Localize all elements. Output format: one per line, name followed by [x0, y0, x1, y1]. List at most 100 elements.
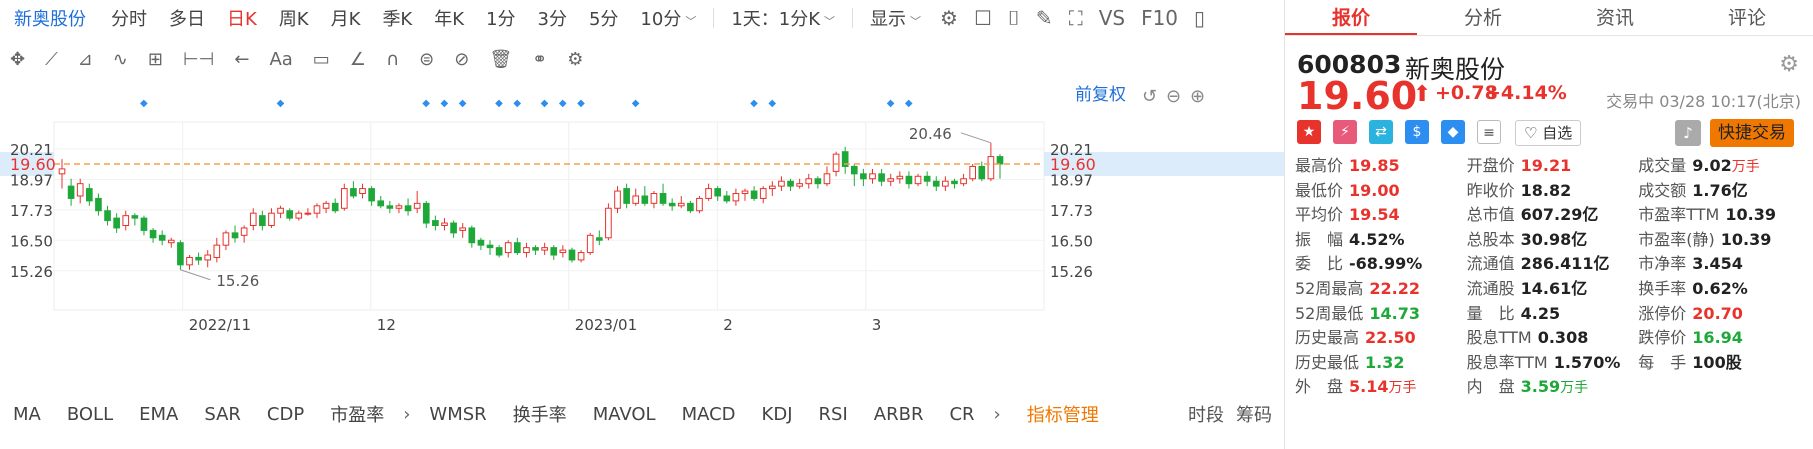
- period-yearly-k[interactable]: 年K: [423, 5, 475, 31]
- period-daily-k[interactable]: 日K: [216, 5, 268, 31]
- indicator-pe[interactable]: 市盈率: [317, 401, 397, 427]
- indicator-macd[interactable]: MACD: [669, 404, 749, 425]
- candle-body: [978, 165, 986, 180]
- indicator-wmsr[interactable]: WMSR: [416, 404, 499, 425]
- link-icon[interactable]: ⚭: [522, 49, 557, 70]
- indicator-rsi[interactable]: RSI: [806, 404, 861, 425]
- quote-value-unit: 万手: [1731, 159, 1760, 175]
- zoom-in-icon[interactable]: ⊕: [1190, 86, 1205, 107]
- indicator-manage-button[interactable]: 指标管理: [1007, 401, 1112, 427]
- y-tick-label-right: 15.26: [1050, 263, 1093, 281]
- period-3min[interactable]: 3分: [527, 5, 578, 31]
- period-weekly-k[interactable]: 周K: [268, 5, 320, 31]
- quote-field-value: 100股: [1692, 351, 1741, 376]
- panel-toggle-icon[interactable]: ▯: [1186, 6, 1213, 30]
- indicator-kdj[interactable]: KDJ: [749, 404, 806, 425]
- margin-trading-icon[interactable]: ⚡: [1333, 120, 1357, 144]
- f10-button[interactable]: F10: [1133, 6, 1186, 30]
- candle-body: [605, 207, 612, 239]
- period-10min[interactable]: 10分 ﹀: [629, 5, 707, 31]
- move-crosshair-icon[interactable]: ✥: [0, 49, 35, 70]
- indicator-arbr[interactable]: ARBR: [861, 404, 937, 425]
- tab-analysis[interactable]: 分析: [1417, 0, 1549, 35]
- hide-drawing-icon[interactable]: ⊘: [444, 49, 479, 70]
- kline-chart[interactable]: ◆ ◆ ◆ ◆ ◆ ◆ ◆ ◆ ◆ ◆ ◆ ◆ ◆ ◆ ◆ 19.60 19.60 20.21 18.97 17…: [0, 82, 1284, 392]
- tab-comments[interactable]: 评论: [1681, 0, 1813, 35]
- line-tool-icon[interactable]: ⟋: [35, 49, 68, 70]
- range-select[interactable]: 1天：1分K ﹀: [720, 5, 846, 31]
- zoom-out-icon[interactable]: ⊖: [1166, 86, 1181, 107]
- comment-tool-icon[interactable]: ▭: [303, 49, 340, 70]
- candle-body: [350, 188, 357, 197]
- channel-tool-icon[interactable]: ⊿: [68, 49, 103, 70]
- chip-distribution-tab[interactable]: 筹码: [1236, 401, 1272, 427]
- settings-icon[interactable]: ⚙: [932, 6, 966, 30]
- candle-body: [158, 234, 166, 241]
- quote-field-label: 昨收价: [1466, 180, 1515, 200]
- tab-news[interactable]: 资讯: [1549, 0, 1681, 35]
- layout-square-icon[interactable]: ☐: [966, 6, 1000, 30]
- lock-drawing-icon[interactable]: ⊜: [409, 49, 444, 70]
- period-5min[interactable]: 5分: [578, 5, 629, 31]
- indicator-sar[interactable]: SAR: [191, 404, 254, 425]
- quote-row: 52周最低 14.73 量 比 4.25 涨停价 20.70: [1295, 302, 1810, 327]
- indicator-ma[interactable]: MA: [0, 404, 54, 425]
- quote-field-label: 委 比: [1295, 254, 1344, 274]
- undo-icon[interactable]: ↺: [1142, 86, 1157, 107]
- period-1min[interactable]: 1分: [475, 5, 526, 31]
- candle-body: [231, 232, 239, 239]
- quick-trade-button[interactable]: 快捷交易: [1710, 119, 1794, 147]
- fullscreen-icon[interactable]: ⛶: [1061, 6, 1091, 30]
- wave-tool-icon[interactable]: ∿: [103, 49, 138, 70]
- indicator-mavol[interactable]: MAVOL: [580, 404, 669, 425]
- adjust-mode-link[interactable]: 前复权: [1075, 85, 1126, 105]
- drawing-settings-icon[interactable]: ⚙: [557, 49, 593, 70]
- indicator-cdp[interactable]: CDP: [254, 404, 317, 425]
- period-quarterly-k[interactable]: 季K: [371, 5, 423, 31]
- quote-field-label: 股息TTM: [1466, 328, 1532, 348]
- dollar-icon[interactable]: $: [1405, 120, 1429, 144]
- range-tool-icon[interactable]: ⊢⊣: [173, 49, 224, 70]
- note-icon[interactable]: ≡: [1477, 120, 1501, 144]
- period-multiday[interactable]: 多日: [158, 5, 216, 31]
- gear-icon[interactable]: ⚙: [1779, 52, 1799, 77]
- quote-cell: 历史最低 1.32: [1295, 351, 1467, 376]
- quote-row: 平均价 19.54 总市值 607.29亿 市盈率TTM 10.39: [1295, 203, 1810, 228]
- period-monthly-k[interactable]: 月K: [320, 5, 372, 31]
- chevron-right-icon[interactable]: ›: [988, 404, 1007, 425]
- display-menu[interactable]: 显示 ﹀: [859, 5, 932, 31]
- stock-name-tab[interactable]: 新奥股份: [0, 5, 100, 31]
- magnet-icon[interactable]: ∩: [376, 49, 409, 70]
- quote-cell: 市盈率(静) 10.39: [1638, 228, 1810, 253]
- arrow-tool-icon[interactable]: ←: [224, 49, 259, 70]
- chevron-right-icon[interactable]: ›: [397, 404, 416, 425]
- camera-icon[interactable]: ⌷: [1000, 6, 1028, 30]
- fib-tool-icon[interactable]: ⊞: [138, 49, 173, 70]
- angle-tool-icon[interactable]: ∠: [340, 49, 376, 70]
- indicator-boll[interactable]: BOLL: [54, 404, 126, 425]
- vs-compare-button[interactable]: VS: [1091, 6, 1133, 30]
- trash-icon[interactable]: 🗑: [479, 49, 522, 70]
- bell-icon[interactable]: ♪: [1675, 120, 1701, 146]
- period-segment-tab[interactable]: 时段: [1188, 401, 1224, 427]
- candle-body: [595, 237, 603, 241]
- add-favorite-button[interactable]: ♡ 自选: [1515, 120, 1582, 146]
- tab-quote[interactable]: 报价: [1285, 0, 1417, 35]
- text-tool-icon[interactable]: Aa: [259, 49, 302, 70]
- indicator-ema[interactable]: EMA: [126, 404, 191, 425]
- quote-field-value: 0.308: [1538, 326, 1589, 351]
- candle-body: [687, 202, 694, 212]
- quote-field-value: 0.62%: [1692, 277, 1748, 302]
- candle-body: [878, 173, 885, 182]
- tag-icon[interactable]: ◆: [1441, 120, 1465, 144]
- quote-value-unit: 万手: [1388, 380, 1417, 397]
- divider: [713, 8, 715, 28]
- indicator-cr[interactable]: CR: [936, 404, 987, 425]
- pencil-icon[interactable]: ✎: [1028, 6, 1061, 30]
- indicator-turnover[interactable]: 换手率: [500, 401, 580, 427]
- connect-icon[interactable]: ⇄: [1369, 120, 1393, 144]
- range-select-label: 1天：1分K: [731, 9, 821, 30]
- quote-row: 最高价 19.85 开盘价 19.21 成交量 9.02万手: [1295, 154, 1810, 179]
- quote-field-value: 16.94: [1692, 326, 1743, 351]
- period-intraday[interactable]: 分时: [100, 5, 158, 31]
